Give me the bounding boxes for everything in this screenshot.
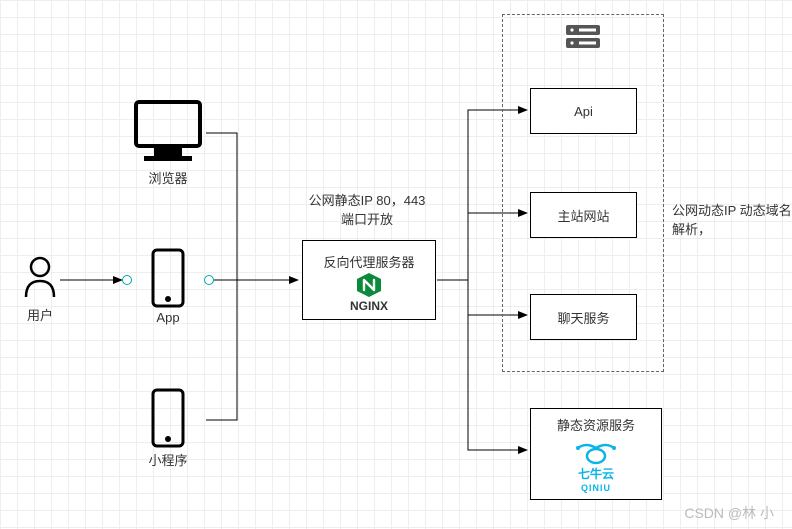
port-right — [204, 275, 214, 285]
api-label: Api — [574, 104, 593, 119]
static-box: 静态资源服务 七牛云 QINIU — [530, 408, 662, 500]
api-box: Api — [530, 88, 637, 134]
qiniu-brand: 七牛云 — [578, 467, 614, 481]
chat-box: 聊天服务 — [530, 294, 637, 340]
proxy-note: 公网静态IP 80，443 端口开放 — [292, 190, 442, 228]
backend-note: 公网动态IP 动态域名 解析， — [672, 200, 792, 238]
browser-icon — [130, 98, 206, 167]
browser-label: 浏览器 — [140, 168, 196, 187]
qiniu-icon — [570, 438, 622, 468]
site-label: 主站网站 — [557, 206, 609, 225]
proxy-box: 反向代理服务器 NGINX — [302, 240, 436, 320]
static-title: 静态资源服务 — [557, 415, 635, 434]
chat-label: 聊天服务 — [557, 308, 609, 327]
user-label: 用户 — [18, 305, 62, 324]
proxy-caption: NGINX — [350, 299, 388, 313]
port-left — [122, 275, 132, 285]
miniapp-label: 小程序 — [143, 450, 193, 469]
app-icon — [150, 248, 186, 311]
watermark: CSDN @林 小 — [684, 503, 774, 523]
server-icon — [565, 24, 601, 53]
qiniu-brand-en: QINIU — [581, 483, 611, 493]
nginx-icon — [355, 271, 383, 299]
proxy-title: 反向代理服务器 — [323, 252, 414, 271]
miniapp-icon — [150, 388, 186, 451]
user-icon — [22, 255, 58, 302]
app-label: App — [150, 310, 186, 325]
site-box: 主站网站 — [530, 192, 637, 238]
